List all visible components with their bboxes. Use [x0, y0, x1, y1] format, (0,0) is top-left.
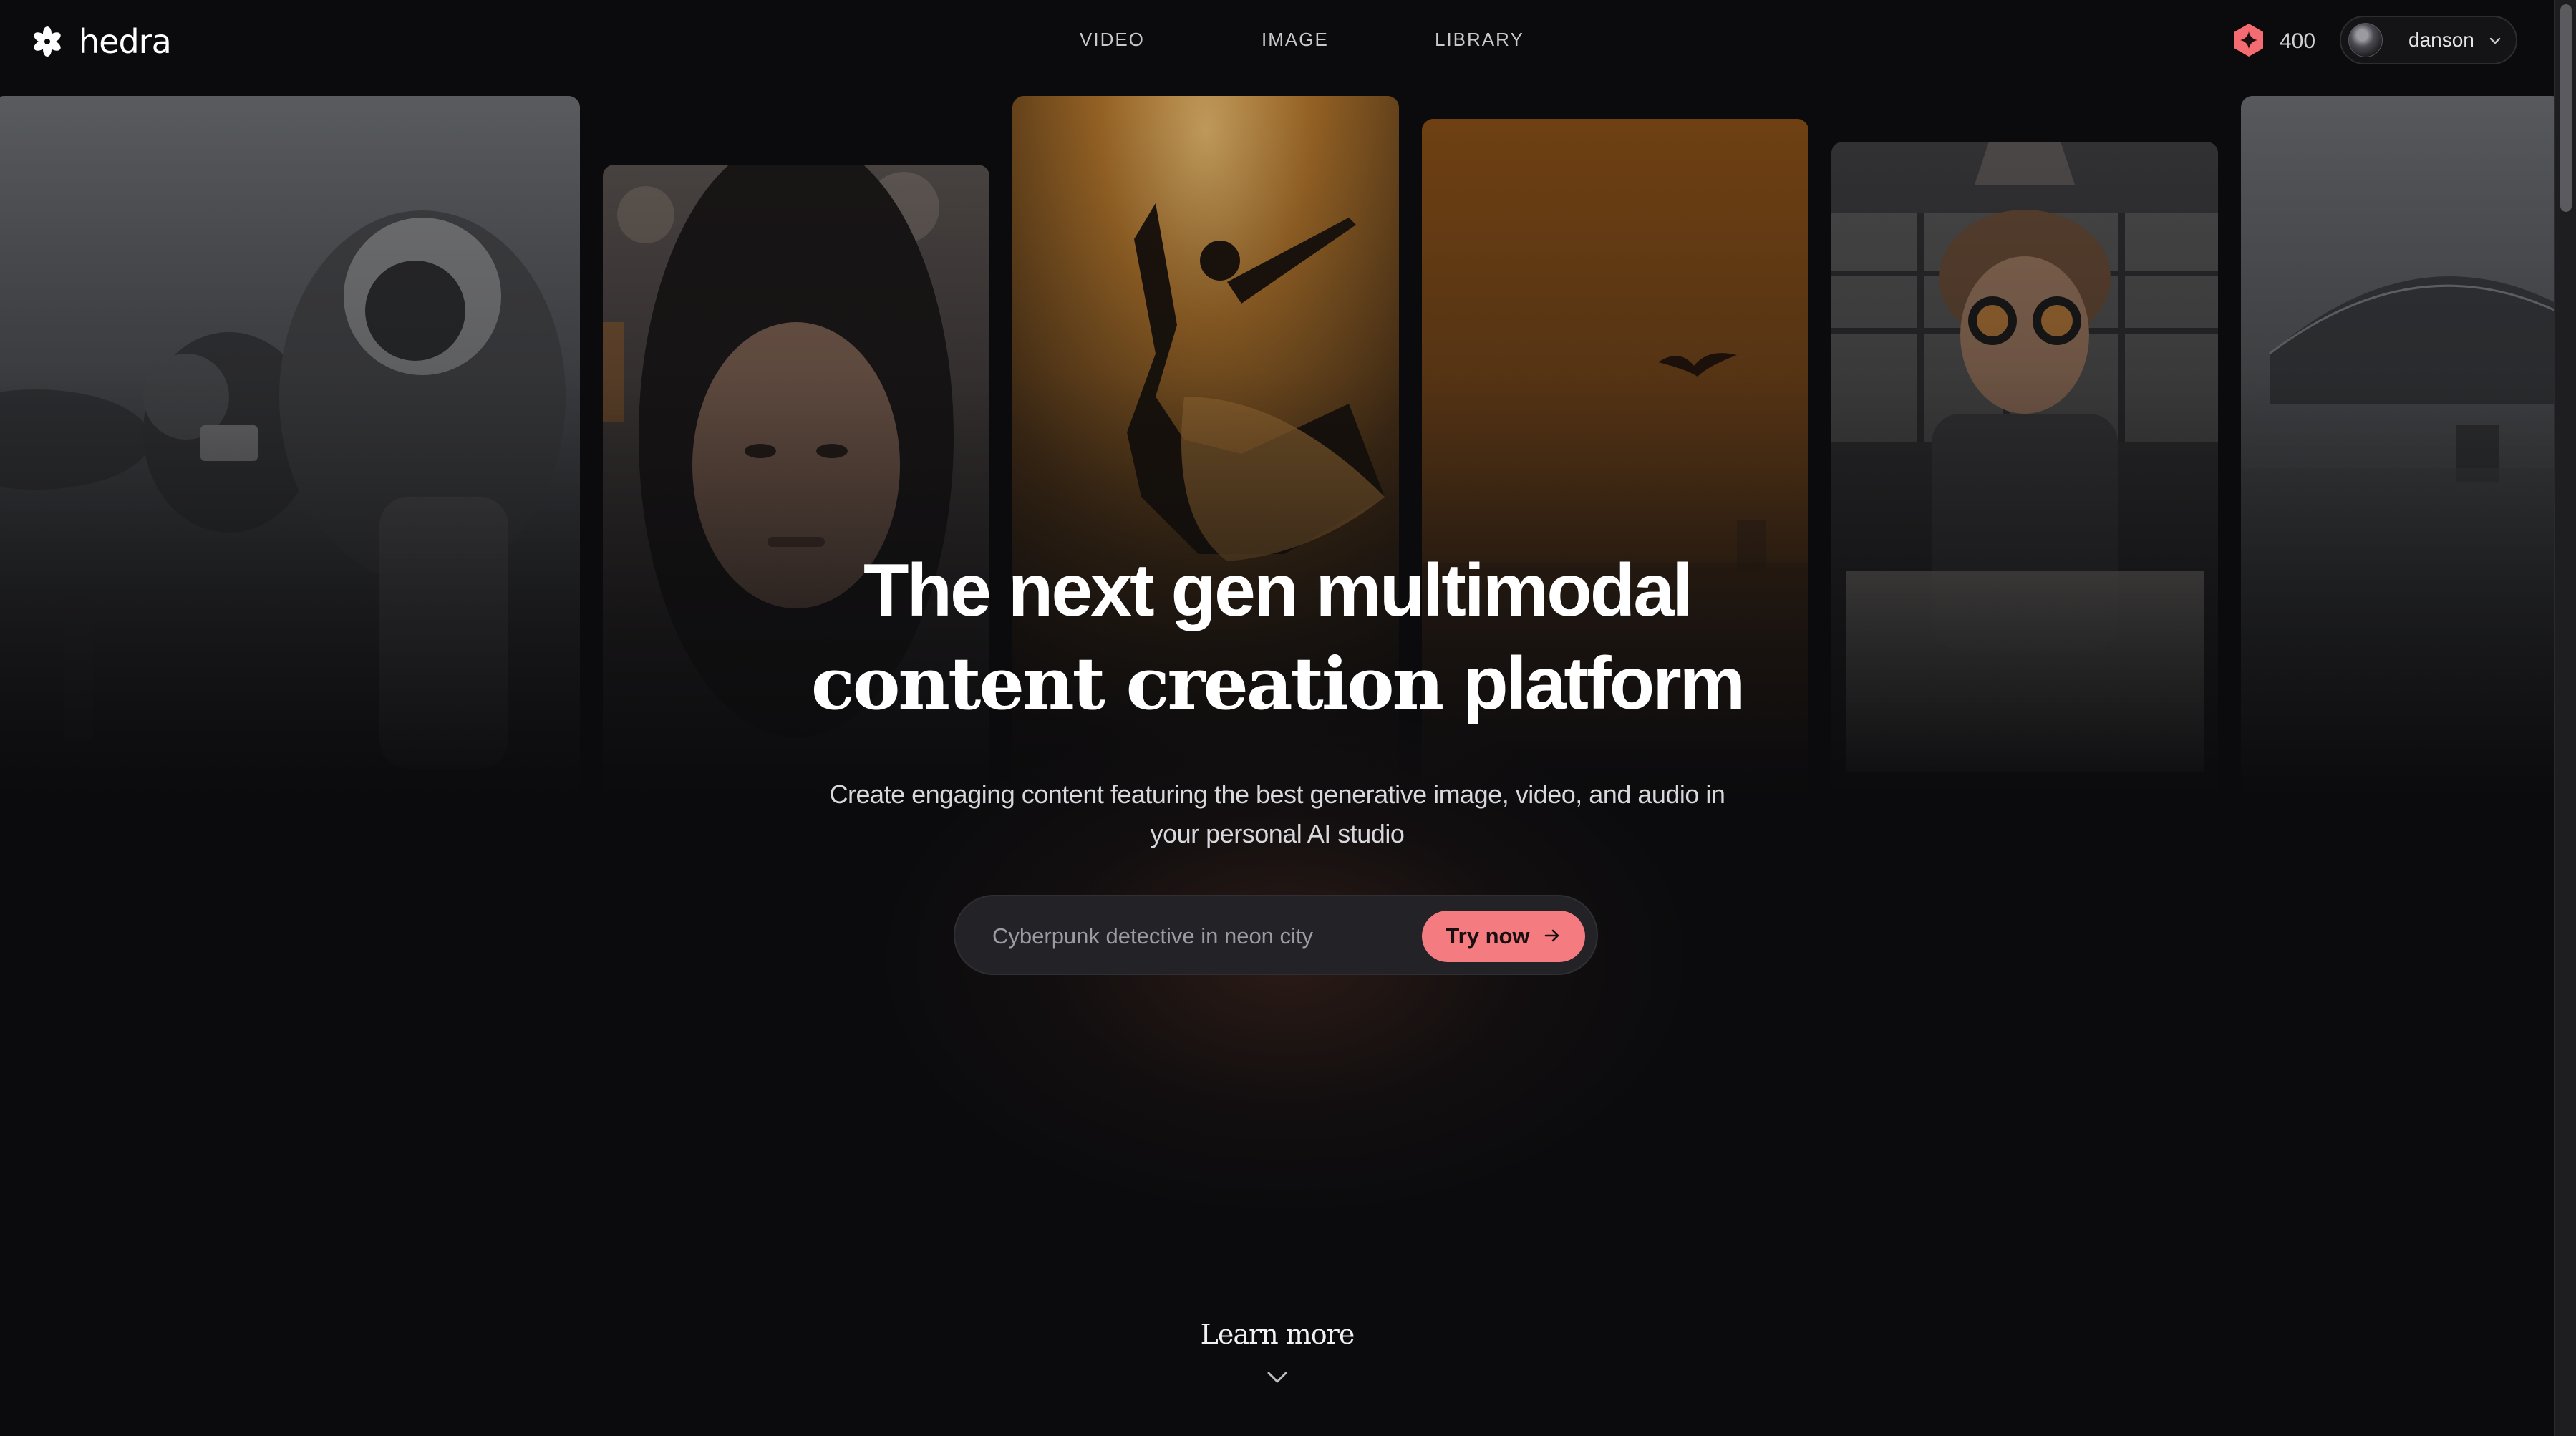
- credits-count: 400: [2280, 29, 2316, 53]
- hero-section: The next gen multimodal content creation…: [0, 544, 2555, 853]
- brand-logo[interactable]: hedra: [32, 21, 172, 62]
- credits-star-icon: [2231, 22, 2267, 62]
- chevron-down-icon: [0, 1369, 2555, 1386]
- learn-more-link[interactable]: Learn more: [0, 1319, 2555, 1386]
- try-now-button[interactable]: Try now: [1422, 911, 1585, 962]
- headline-sans-text: platform: [1463, 642, 1745, 725]
- app-root: hedra VIDEO IMAGE LIBRARY 400 danson The…: [0, 0, 2576, 1436]
- hero-subtitle: Create engaging content featuring the be…: [829, 780, 1725, 848]
- asterisk-flower-icon: [32, 26, 63, 57]
- learn-more-label: Learn more: [1200, 1319, 1355, 1350]
- headline-line-1: The next gen multimodal: [863, 549, 1693, 632]
- top-header: hedra VIDEO IMAGE LIBRARY 400 danson: [0, 0, 2555, 86]
- scrollbar-thumb[interactable]: [2560, 4, 2572, 212]
- headline-line-2: content creation platform: [0, 637, 2555, 730]
- nav-video[interactable]: VIDEO: [1080, 29, 1143, 51]
- headline-serif-text: content creation: [810, 641, 1444, 726]
- brand-name: hedra: [79, 22, 172, 61]
- credits-indicator[interactable]: 400: [2231, 23, 2315, 60]
- chevron-down-icon: [2487, 33, 2503, 52]
- user-menu-button[interactable]: danson: [2340, 16, 2517, 64]
- page-scrollbar[interactable]: [2554, 0, 2576, 1436]
- prompt-bar: Try now: [954, 895, 1598, 975]
- nav-library[interactable]: LIBRARY: [1435, 29, 1523, 51]
- nav-image[interactable]: IMAGE: [1262, 29, 1327, 51]
- arrow-right-icon: [1543, 926, 1561, 947]
- username: danson: [2408, 29, 2474, 51]
- avatar: [2348, 23, 2383, 57]
- prompt-input[interactable]: [991, 915, 1366, 958]
- try-now-label: Try now: [1446, 923, 1530, 949]
